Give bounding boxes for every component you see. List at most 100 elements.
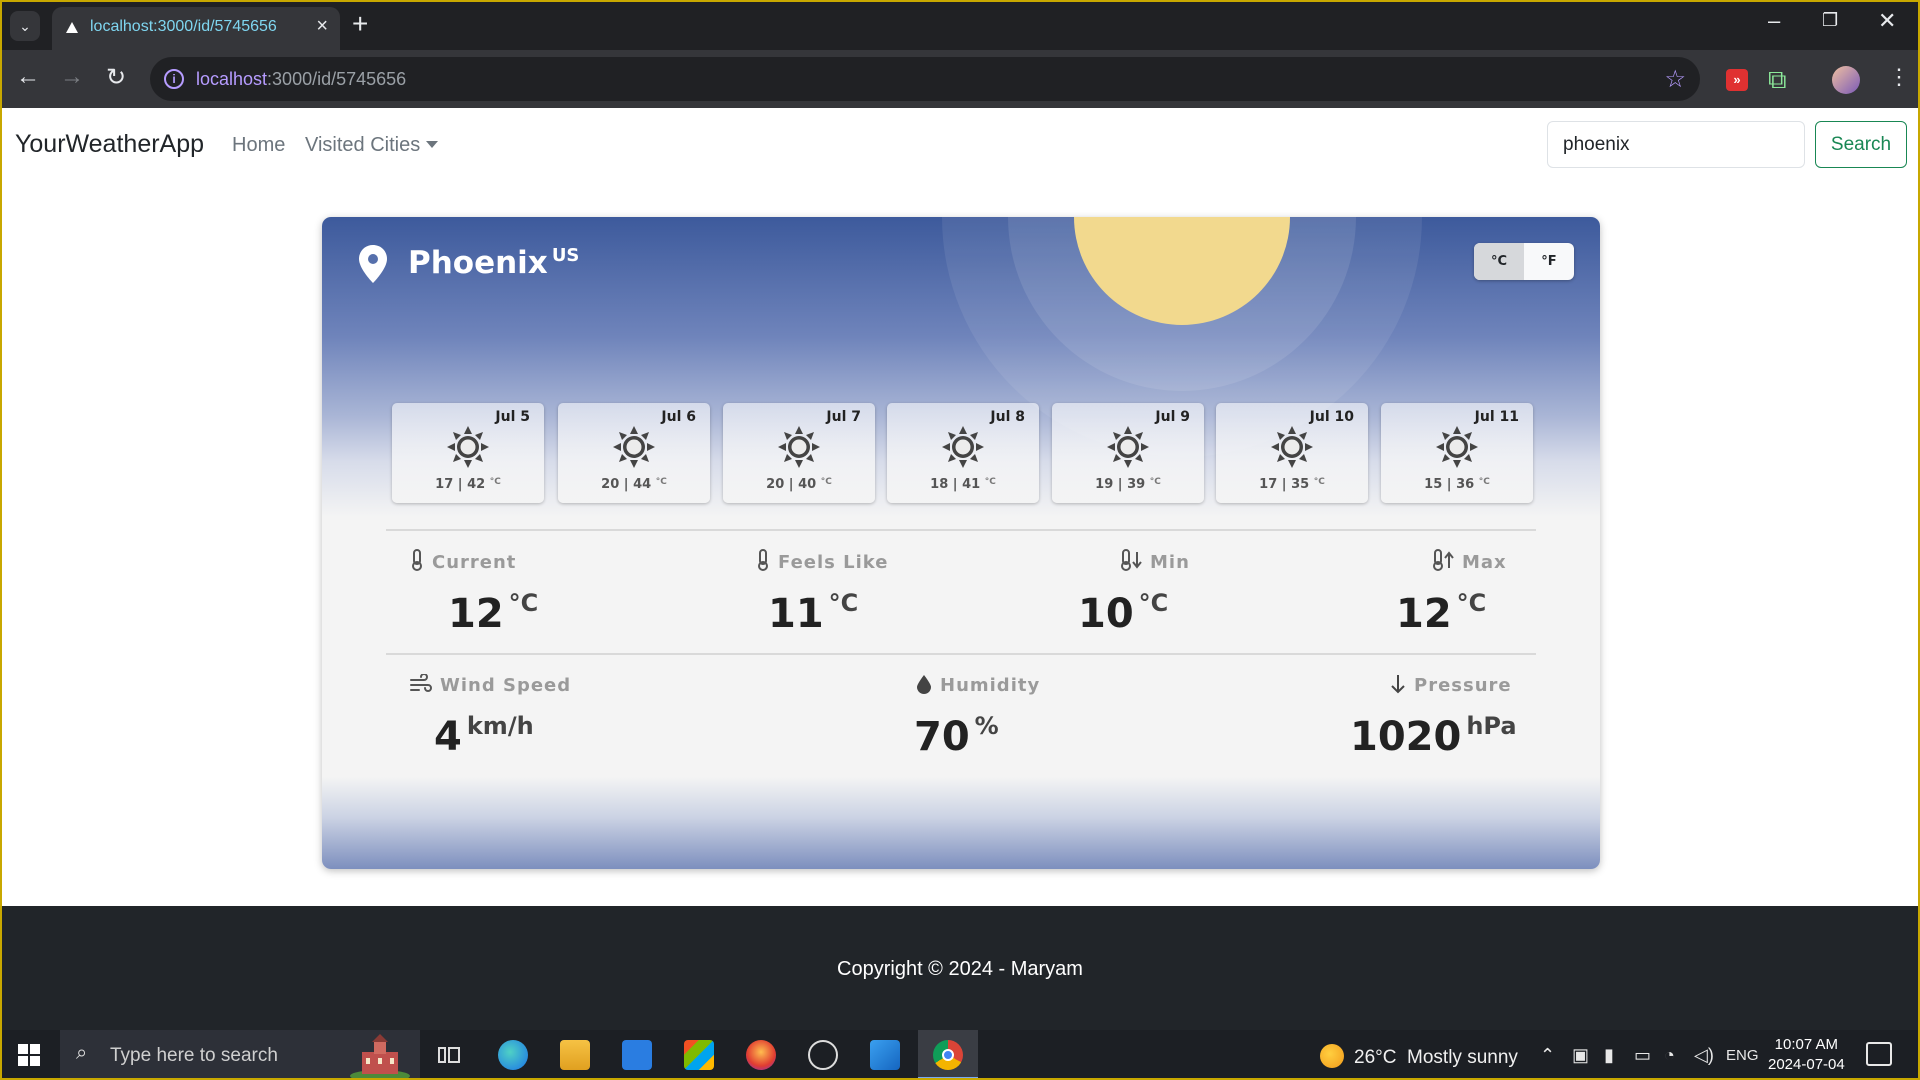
forecast-temps: 18 | 41 °C bbox=[930, 477, 996, 492]
wind-speed-value: 4 km/h bbox=[434, 712, 534, 760]
tab-close-icon[interactable]: × bbox=[316, 15, 328, 38]
thermometer-icon bbox=[758, 549, 768, 571]
mail-icon[interactable] bbox=[622, 1040, 652, 1070]
extension-icon[interactable]: » bbox=[1726, 69, 1748, 91]
copyright-text: Copyright © 2024 - Maryam bbox=[837, 958, 1083, 980]
file-explorer-icon[interactable] bbox=[560, 1040, 590, 1070]
extensions-puzzle-icon[interactable]: ⧉ bbox=[1768, 64, 1787, 96]
footer: Copyright © 2024 - Maryam bbox=[2, 906, 1918, 1030]
taskbar-search-placeholder: Type here to search bbox=[110, 1045, 278, 1066]
sun-icon bbox=[1270, 425, 1314, 469]
pressure-label: Pressure bbox=[1390, 674, 1517, 696]
minimize-icon[interactable]: – bbox=[1768, 8, 1780, 34]
address-bar[interactable]: i localhost:3000/id/5745656 ☆ bbox=[150, 57, 1700, 101]
microphone-icon[interactable]: ▮ bbox=[1604, 1045, 1614, 1066]
humidity-label: Humidity bbox=[916, 674, 1040, 696]
forecast-day: Jul 7 20 | 40 °C bbox=[723, 403, 875, 503]
store-icon[interactable] bbox=[684, 1040, 714, 1070]
url-text: localhost:3000/id/5745656 bbox=[196, 69, 407, 89]
vercel-favicon-icon bbox=[66, 22, 78, 33]
forecast-temps: 20 | 44 °C bbox=[601, 477, 667, 492]
unit-toggle: °C °F bbox=[1474, 243, 1574, 280]
forecast-date: Jul 8 bbox=[990, 409, 1025, 425]
max-temp-value: 12 °C bbox=[1396, 589, 1487, 637]
max-temp-stat: Max 12 °C bbox=[1396, 549, 1507, 637]
forecast-date: Jul 5 bbox=[495, 409, 530, 425]
forecast-date: Jul 9 bbox=[1155, 409, 1190, 425]
forecast-temps: 15 | 36 °C bbox=[1424, 477, 1490, 492]
forward-icon[interactable]: → bbox=[60, 63, 84, 91]
pressure-value: 1020 hPa bbox=[1350, 712, 1517, 760]
humidity-value: 70% bbox=[914, 712, 999, 760]
max-label: Max bbox=[1432, 549, 1507, 573]
min-label: Min bbox=[1120, 549, 1190, 573]
country-code: US bbox=[551, 245, 580, 266]
taskbar-weather[interactable]: 26°C Mostly sunny bbox=[1320, 1044, 1518, 1069]
search-icon: ⌕ bbox=[76, 1042, 88, 1064]
back-icon[interactable]: ← bbox=[16, 63, 40, 91]
taskbar-clock[interactable]: 10:07 AM 2024-07-04 bbox=[1768, 1035, 1845, 1075]
search-button[interactable]: Search bbox=[1815, 121, 1907, 168]
obs-icon[interactable] bbox=[808, 1040, 838, 1070]
feels-like-stat: Feels Like 11 °C bbox=[756, 549, 888, 637]
bookmark-star-icon[interactable]: ☆ bbox=[1664, 65, 1686, 94]
brand-link[interactable]: YourWeatherApp bbox=[15, 130, 204, 159]
sun-icon bbox=[1106, 425, 1150, 469]
sun-icon bbox=[1435, 425, 1479, 469]
nav-home-link[interactable]: Home bbox=[232, 134, 285, 157]
forecast-temps: 17 | 35 °C bbox=[1259, 477, 1325, 492]
min-temp-stat: Min 10 °C bbox=[1078, 549, 1190, 637]
task-view-icon[interactable] bbox=[436, 1040, 462, 1070]
min-temp-value: 10 °C bbox=[1078, 589, 1169, 637]
profile-avatar[interactable] bbox=[1832, 66, 1860, 94]
nav-visited-cities-dropdown[interactable]: Visited Cities bbox=[305, 134, 439, 157]
reload-icon[interactable]: ↻ bbox=[106, 63, 126, 92]
browser-menu-icon[interactable]: ⋮ bbox=[1888, 64, 1910, 90]
location-pin-icon bbox=[359, 245, 387, 283]
browser-tab[interactable]: localhost:3000/id/5745656 × bbox=[52, 7, 340, 50]
windows-taskbar: ⌕ Type here to search 26°C Mostly sunny … bbox=[0, 1030, 1920, 1080]
sun-icon bbox=[612, 425, 656, 469]
notification-icon[interactable] bbox=[1866, 1042, 1892, 1066]
vscode-icon[interactable] bbox=[870, 1040, 900, 1070]
firefox-icon[interactable] bbox=[746, 1040, 776, 1070]
edge-icon[interactable] bbox=[498, 1040, 528, 1070]
window-close-icon[interactable]: ✕ bbox=[1878, 8, 1896, 34]
restore-icon[interactable]: ❐ bbox=[1822, 10, 1838, 31]
browser-tabstrip: ⌄ localhost:3000/id/5745656 × + – ❐ ✕ bbox=[0, 0, 1920, 50]
language-indicator[interactable]: ENG bbox=[1726, 1047, 1759, 1064]
city-name: Phoenix US bbox=[408, 245, 580, 281]
forecast-temps: 17 | 42 °C bbox=[435, 477, 501, 492]
browser-toolbar: ← → ↻ i localhost:3000/id/5745656 ☆ » ⧉ … bbox=[0, 50, 1920, 108]
tray-camera-icon[interactable]: ▣ bbox=[1572, 1045, 1589, 1066]
tab-title: localhost:3000/id/5745656 bbox=[90, 18, 277, 35]
thermometer-icon bbox=[412, 549, 422, 571]
forecast-day: Jul 5 17 | 42 °C bbox=[392, 403, 544, 503]
forecast-day: Jul 11 15 | 36 °C bbox=[1381, 403, 1533, 503]
feels-like-value: 11 °C bbox=[768, 589, 859, 637]
battery-icon[interactable]: ▭ bbox=[1634, 1045, 1651, 1066]
sun-icon bbox=[941, 425, 985, 469]
fahrenheit-button[interactable]: °F bbox=[1524, 243, 1574, 280]
forecast-date: Jul 6 bbox=[661, 409, 696, 425]
sun-icon bbox=[446, 425, 490, 469]
volume-icon[interactable]: ◁) bbox=[1694, 1045, 1714, 1066]
network-icon[interactable]: ◔ bbox=[1664, 1045, 1675, 1066]
forecast-temps: 20 | 40 °C bbox=[766, 477, 832, 492]
taskbar-search[interactable]: ⌕ Type here to search bbox=[60, 1030, 420, 1080]
arrow-down-icon bbox=[1391, 675, 1405, 694]
new-tab-icon[interactable]: + bbox=[352, 8, 368, 40]
forecast-row: Jul 5 17 | 42 °C Jul 6 20 | 44 °C Jul 7 … bbox=[392, 403, 1542, 503]
celsius-button[interactable]: °C bbox=[1474, 243, 1524, 280]
tab-search-icon[interactable]: ⌄ bbox=[10, 11, 40, 41]
pressure-stat: Pressure 1020 hPa bbox=[1350, 674, 1517, 760]
forecast-temps: 19 | 39 °C bbox=[1095, 477, 1161, 492]
sun-icon bbox=[777, 425, 821, 469]
forecast-day: Jul 9 19 | 39 °C bbox=[1052, 403, 1204, 503]
wind-icon bbox=[410, 673, 432, 692]
city-search-input[interactable] bbox=[1547, 121, 1805, 168]
chrome-icon[interactable] bbox=[933, 1040, 963, 1070]
site-info-icon[interactable]: i bbox=[164, 69, 184, 89]
tray-chevron-icon[interactable]: ⌃ bbox=[1540, 1045, 1555, 1066]
windows-start-icon[interactable] bbox=[18, 1044, 40, 1066]
